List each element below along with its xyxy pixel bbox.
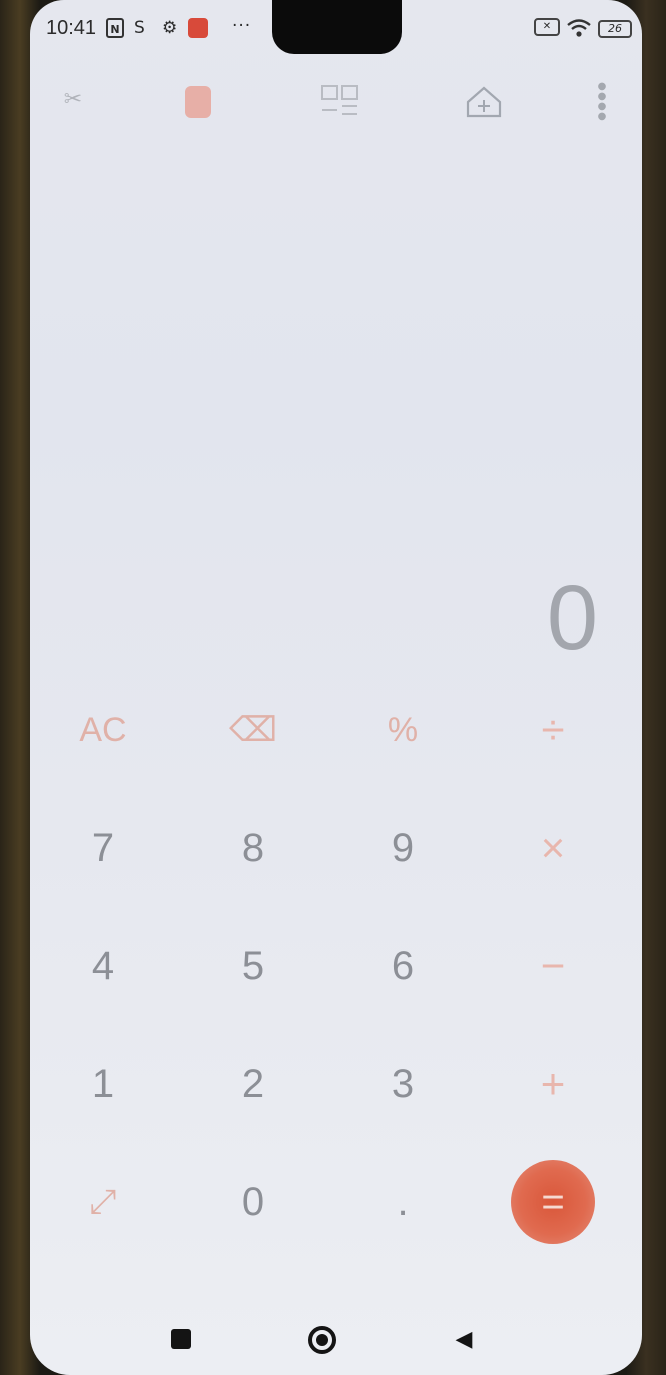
s-icon: S bbox=[134, 18, 145, 38]
battery-icon: 26 bbox=[598, 20, 632, 38]
scientific-icon[interactable] bbox=[318, 80, 362, 124]
vpn-icon: ✕ bbox=[534, 18, 560, 36]
key-function[interactable]: % bbox=[348, 680, 458, 780]
display-value: 0 bbox=[546, 567, 598, 669]
nfc-icon: N bbox=[106, 18, 124, 38]
key-digit[interactable]: 4 bbox=[48, 916, 158, 1016]
key-digit[interactable]: 5 bbox=[198, 916, 308, 1016]
key-digit[interactable]: . bbox=[348, 1152, 458, 1252]
key-operator[interactable]: − bbox=[498, 916, 608, 1016]
toolbar: ✂ ● ● ● ● bbox=[0, 70, 666, 130]
calculator-icon[interactable] bbox=[176, 80, 220, 124]
key-digit[interactable]: 6 bbox=[348, 916, 458, 1016]
status-bar: 10:41 N S ⚙ ··· ✕ 26 bbox=[46, 14, 632, 44]
key-function[interactable]: ⤢ bbox=[48, 1152, 158, 1252]
vertical-dots-icon[interactable]: ● ● ● ● bbox=[590, 78, 614, 126]
key-digit[interactable]: 2 bbox=[198, 1034, 308, 1134]
key-digit[interactable]: 9 bbox=[348, 798, 458, 898]
key-function[interactable]: ⌫ bbox=[198, 680, 308, 780]
home-icon bbox=[308, 1326, 336, 1354]
gear-icon: ⚙ bbox=[162, 18, 178, 38]
status-time: 10:41 bbox=[46, 17, 97, 39]
key-digit[interactable]: 0 bbox=[198, 1152, 308, 1252]
key-digit[interactable]: 3 bbox=[348, 1034, 458, 1134]
key-operator[interactable]: ÷ bbox=[498, 680, 608, 780]
recents-icon bbox=[171, 1329, 191, 1349]
key-digit[interactable]: 1 bbox=[48, 1034, 158, 1134]
wifi-icon bbox=[566, 18, 592, 43]
key-function[interactable]: AC bbox=[48, 680, 158, 780]
recents-button[interactable] bbox=[168, 1326, 194, 1352]
key-operator[interactable]: × bbox=[498, 798, 608, 898]
nav-bar: ◀ bbox=[0, 1312, 666, 1372]
key-digit[interactable]: 7 bbox=[48, 798, 158, 898]
mail-icon bbox=[188, 18, 208, 38]
key-digit[interactable]: 8 bbox=[198, 798, 308, 898]
scissors-icon[interactable]: ✂ bbox=[56, 82, 90, 116]
more-notifications-icon: ··· bbox=[232, 16, 252, 36]
key-equals[interactable]: = bbox=[511, 1160, 595, 1244]
back-button[interactable]: ◀ bbox=[450, 1326, 478, 1352]
house-convert-icon[interactable] bbox=[458, 80, 510, 124]
key-operator[interactable]: + bbox=[498, 1034, 608, 1134]
keypad: AC ⌫% ÷ 7 8 9 × 4 5 6−1 2 3 + ⤢ 0. = bbox=[48, 680, 606, 1246]
home-button[interactable] bbox=[306, 1324, 338, 1356]
